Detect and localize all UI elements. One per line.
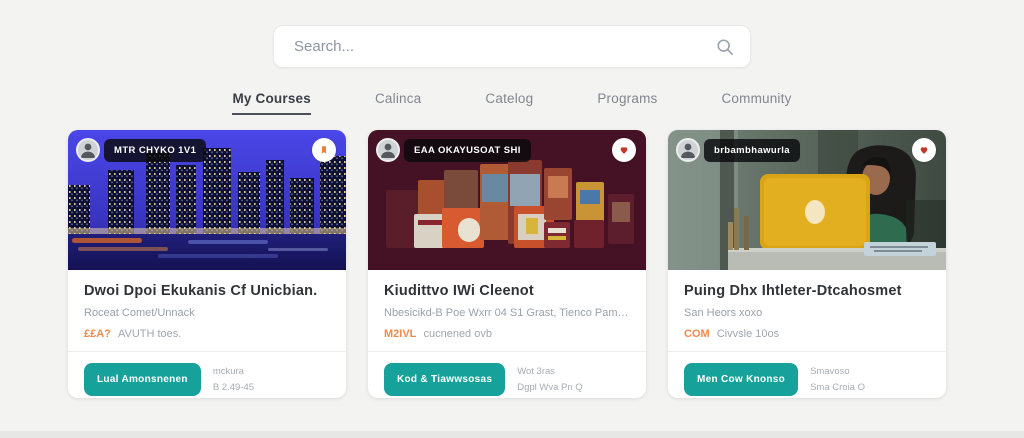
course-title: Dwoi Dpoi Ekukanis Cf Unicbian. (84, 283, 330, 299)
bookmark-icon (319, 145, 329, 155)
course-meta-highlight: ££A? (84, 328, 111, 340)
course-meta-highlight: COM (684, 328, 710, 340)
instructor-avatar (76, 138, 100, 162)
side-caption-line1: Smavoso (810, 364, 865, 379)
side-caption-line2: B 2.49-45 (213, 380, 254, 395)
heart-icon (919, 145, 929, 155)
favorite-button[interactable] (312, 138, 336, 162)
search-icon[interactable] (716, 38, 734, 56)
card-footer: Lual Amonsnenen mckura B 2.49-45 (68, 351, 346, 398)
bottom-strip (0, 431, 1024, 438)
card-footer: Kod & Tiawwsosas Wot 3ras Dgpl Wva Pn Q (368, 351, 646, 398)
course-card-2[interactable]: EAA OKAYUSOAT SHI Kiudittvo IWi Cleenot … (368, 130, 646, 398)
course-subtitle: San Heors xoxo (684, 307, 930, 319)
course-meta-highlight: M2IVL (384, 328, 416, 340)
course-meta: M2IVL cucnened ovb (384, 328, 630, 340)
card-body: Puing Dhx Ihtleter-Dtcahosmet San Heors … (668, 270, 946, 340)
side-caption-line2: Sma Croia O (810, 380, 865, 395)
instructor-badge: MTR CHYKO 1V1 (76, 138, 206, 162)
course-side-caption: mckura B 2.49-45 (213, 364, 254, 394)
side-caption-line1: Wot 3ras (517, 364, 582, 379)
course-title: Kiudittvo IWi Cleenot (384, 283, 630, 299)
course-image-woman-laptop: brbambhawurla (668, 130, 946, 270)
course-side-caption: Smavoso Sma Croia O (810, 364, 865, 394)
side-caption-line1: mckura (213, 364, 254, 379)
course-subtitle: Roceat Comet/Unnack (84, 307, 330, 319)
search-bar[interactable] (273, 25, 751, 68)
course-meta-rest: Civvsle 10os (717, 328, 779, 340)
tab-calinca[interactable]: Calinca (375, 91, 421, 115)
tab-my-courses[interactable]: My Courses (232, 91, 311, 115)
instructor-badge: EAA OKAYUSOAT SHI (376, 138, 531, 162)
course-card-3[interactable]: brbambhawurla Puing Dhx Ihtleter-Dtcahos… (668, 130, 946, 398)
course-image-book-collage: EAA OKAYUSOAT SHI (368, 130, 646, 270)
tab-community[interactable]: Community (721, 91, 791, 115)
course-action-button[interactable]: Lual Amonsnenen (84, 363, 201, 396)
side-caption-line2: Dgpl Wva Pn Q (517, 380, 582, 395)
course-meta-rest: cucnened ovb (423, 328, 492, 340)
course-meta-rest: AVUTH toes. (118, 328, 181, 340)
card-footer: Men Cow Knonso Smavoso Sma Croia O (668, 351, 946, 398)
course-subtitle: Nbesicikd-B Poe Wxrr 04 S1 Grast, Tienco… (384, 307, 630, 319)
course-action-button[interactable]: Men Cow Knonso (684, 363, 798, 396)
search-input[interactable] (294, 38, 716, 55)
card-body: Kiudittvo IWi Cleenot Nbesicikd-B Poe Wx… (368, 270, 646, 340)
instructor-badge: brbambhawurla (676, 138, 800, 162)
search-section (0, 0, 1024, 68)
course-title: Puing Dhx Ihtleter-Dtcahosmet (684, 283, 930, 299)
favorite-button[interactable] (612, 138, 636, 162)
nav-tabs: My Courses Calinca Catelog Programs Comm… (0, 91, 1024, 115)
instructor-badge-label: MTR CHYKO 1V1 (104, 139, 206, 162)
course-action-button[interactable]: Kod & Tiawwsosas (384, 363, 505, 396)
favorite-button[interactable] (912, 138, 936, 162)
instructor-badge-label: EAA OKAYUSOAT SHI (404, 139, 531, 162)
instructor-avatar (676, 138, 700, 162)
heart-icon (619, 145, 629, 155)
instructor-badge-label: brbambhawurla (704, 139, 800, 162)
course-image-city-night: MTR CHYKO 1V1 (68, 130, 346, 270)
course-side-caption: Wot 3ras Dgpl Wva Pn Q (517, 364, 582, 394)
course-meta: COM Civvsle 10os (684, 328, 930, 340)
tab-catalog[interactable]: Catelog (485, 91, 533, 115)
instructor-avatar (376, 138, 400, 162)
tab-programs[interactable]: Programs (597, 91, 657, 115)
course-card-1[interactable]: MTR CHYKO 1V1 Dwoi Dpoi Ekukanis Cf Unic… (68, 130, 346, 398)
card-body: Dwoi Dpoi Ekukanis Cf Unicbian. Roceat C… (68, 270, 346, 340)
course-meta: ££A? AVUTH toes. (84, 328, 330, 340)
course-card-grid: MTR CHYKO 1V1 Dwoi Dpoi Ekukanis Cf Unic… (0, 115, 1024, 398)
